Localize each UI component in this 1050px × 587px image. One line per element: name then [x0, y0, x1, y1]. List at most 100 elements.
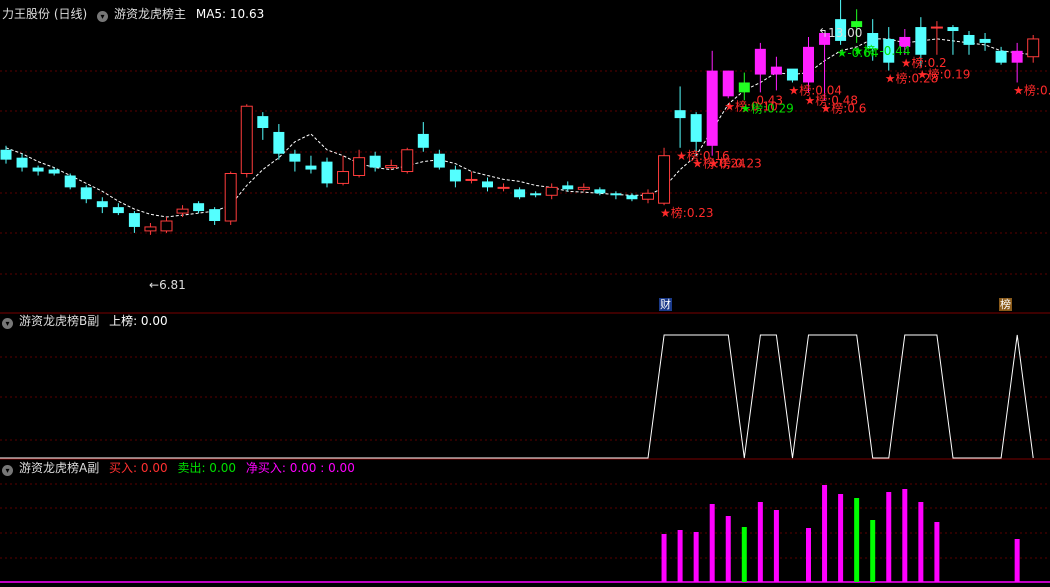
- candle-body: [658, 155, 671, 204]
- candle-body: [144, 226, 157, 232]
- candle-body: [514, 189, 526, 198]
- candle-body: [674, 110, 686, 119]
- panel-b-name[interactable]: 游资龙虎榜B副: [19, 314, 99, 328]
- candle-body: [963, 34, 975, 45]
- candle-body: [224, 173, 237, 222]
- panel-a-name[interactable]: 游资龙虎榜A副: [19, 461, 99, 475]
- arrow-icon: ←: [149, 278, 160, 292]
- a-bar: [709, 504, 715, 582]
- a-bar: [886, 492, 892, 582]
- candle-body: [337, 171, 350, 184]
- candle-body: [193, 203, 205, 212]
- candle-body: [530, 193, 542, 196]
- lhb-label: ★榜:0.6: [821, 100, 867, 115]
- candle-body: [482, 181, 493, 188]
- candle-body: [257, 116, 269, 128]
- candle-body: [738, 82, 750, 93]
- candle-body: [64, 175, 76, 188]
- candle-body: [610, 193, 622, 196]
- candle-body: [545, 186, 558, 196]
- a-bar: [757, 502, 763, 582]
- a-bar: [677, 530, 683, 582]
- panel-b-header: ▾ 游资龙虎榜B副 上榜: 0.00: [2, 313, 174, 329]
- marker-cai[interactable]: 财: [659, 298, 672, 311]
- a-bar: [870, 520, 876, 582]
- candle-body: [353, 157, 366, 176]
- a-bar: [854, 498, 860, 582]
- candle-body: [1027, 38, 1040, 58]
- candle-body: [417, 133, 429, 148]
- candle-body: [577, 186, 590, 190]
- sell-label: 卖出: 0.00: [177, 461, 237, 475]
- candle-body: [497, 186, 510, 189]
- a-bar: [693, 532, 699, 582]
- candle-body: [289, 153, 301, 162]
- a-bar: [1014, 539, 1020, 582]
- candle-body: [321, 161, 333, 184]
- candle-body: [642, 192, 654, 200]
- buy-label: 买入: 0.00: [109, 461, 168, 475]
- panel-b-value: 上榜: 0.00: [109, 314, 168, 328]
- candle-body: [995, 50, 1007, 63]
- a-bar: [902, 489, 908, 582]
- candle-body: [48, 169, 60, 174]
- lhb-label: ★榜:0.19: [917, 67, 971, 82]
- lhb-label: ★榜:0.23: [708, 156, 762, 171]
- candle-body: [0, 149, 12, 160]
- a-bar: [661, 534, 667, 582]
- candle-body: [273, 131, 285, 154]
- candle-body: [209, 209, 221, 222]
- candle-body: [80, 187, 92, 200]
- lhb-label: 0.43: [756, 93, 783, 107]
- candle-body: [722, 70, 734, 97]
- candle-body: [930, 26, 943, 29]
- chart-canvas: ★榜:0.23★榜:0.16★榜:0.24★榜:0.23★榜:0.10★榜:0.…: [0, 0, 1050, 583]
- high-price-label: ↰13.00: [818, 26, 863, 40]
- candle-body: [433, 153, 445, 168]
- lhb-label: ★榜:0.1: [1013, 82, 1050, 97]
- candle-body: [385, 165, 398, 169]
- net-buy-label: 净买入: 0.00 : 0.00: [245, 461, 355, 475]
- candle-body: [690, 114, 702, 142]
- chevron-down-icon[interactable]: ▾: [2, 465, 13, 476]
- candle-body: [305, 165, 317, 170]
- a-bar: [725, 516, 731, 582]
- candle-body: [979, 38, 991, 43]
- chevron-down-icon[interactable]: ▾: [2, 318, 13, 329]
- a-bar: [934, 522, 940, 582]
- candle-body: [176, 208, 189, 214]
- low-price-label: ←6.81: [149, 278, 186, 292]
- candle-body: [562, 185, 574, 190]
- candle-body: [449, 169, 461, 182]
- main-indicator-name[interactable]: 游资龙虎榜主: [114, 7, 186, 21]
- candle-body: [786, 68, 798, 81]
- candle-body: [626, 195, 638, 200]
- candle-body: [401, 149, 414, 173]
- candle-body: [112, 207, 124, 214]
- chevron-down-icon[interactable]: ▾: [97, 11, 109, 22]
- candle-body: [369, 155, 381, 168]
- candlesticks: [0, 0, 1040, 235]
- lhb-labels: ★榜:0.23★榜:0.16★榜:0.24★榜:0.23★榜:0.10★榜:0.…: [660, 43, 1050, 220]
- a-bar: [741, 527, 747, 582]
- candle-body: [915, 27, 927, 55]
- candle-body: [947, 27, 959, 32]
- candle-body: [16, 157, 28, 168]
- marker-bang[interactable]: 榜: [999, 298, 1012, 311]
- candle-body: [96, 201, 108, 208]
- candle-body: [594, 189, 606, 194]
- stock-name: 力王股份 (日线): [2, 7, 88, 21]
- candle-body: [128, 213, 140, 227]
- candle-body: [1011, 50, 1023, 63]
- candle-body: [160, 220, 173, 232]
- panel-a-header: ▾ 游资龙虎榜A副 买入: 0.00 卖出: 0.00 净买入: 0.00 : 0…: [2, 460, 361, 476]
- candle-body: [706, 70, 718, 146]
- lhb-label: ★榜:0.23: [660, 205, 714, 220]
- candle-body: [754, 48, 766, 75]
- candle-body: [32, 167, 44, 172]
- main-header: 力王股份 (日线) ▾ 游资龙虎榜主 MA5: 10.63: [2, 6, 270, 22]
- a-bar: [838, 494, 844, 582]
- a-bar: [806, 528, 811, 582]
- candle-body: [770, 66, 782, 75]
- a-bar: [773, 510, 779, 582]
